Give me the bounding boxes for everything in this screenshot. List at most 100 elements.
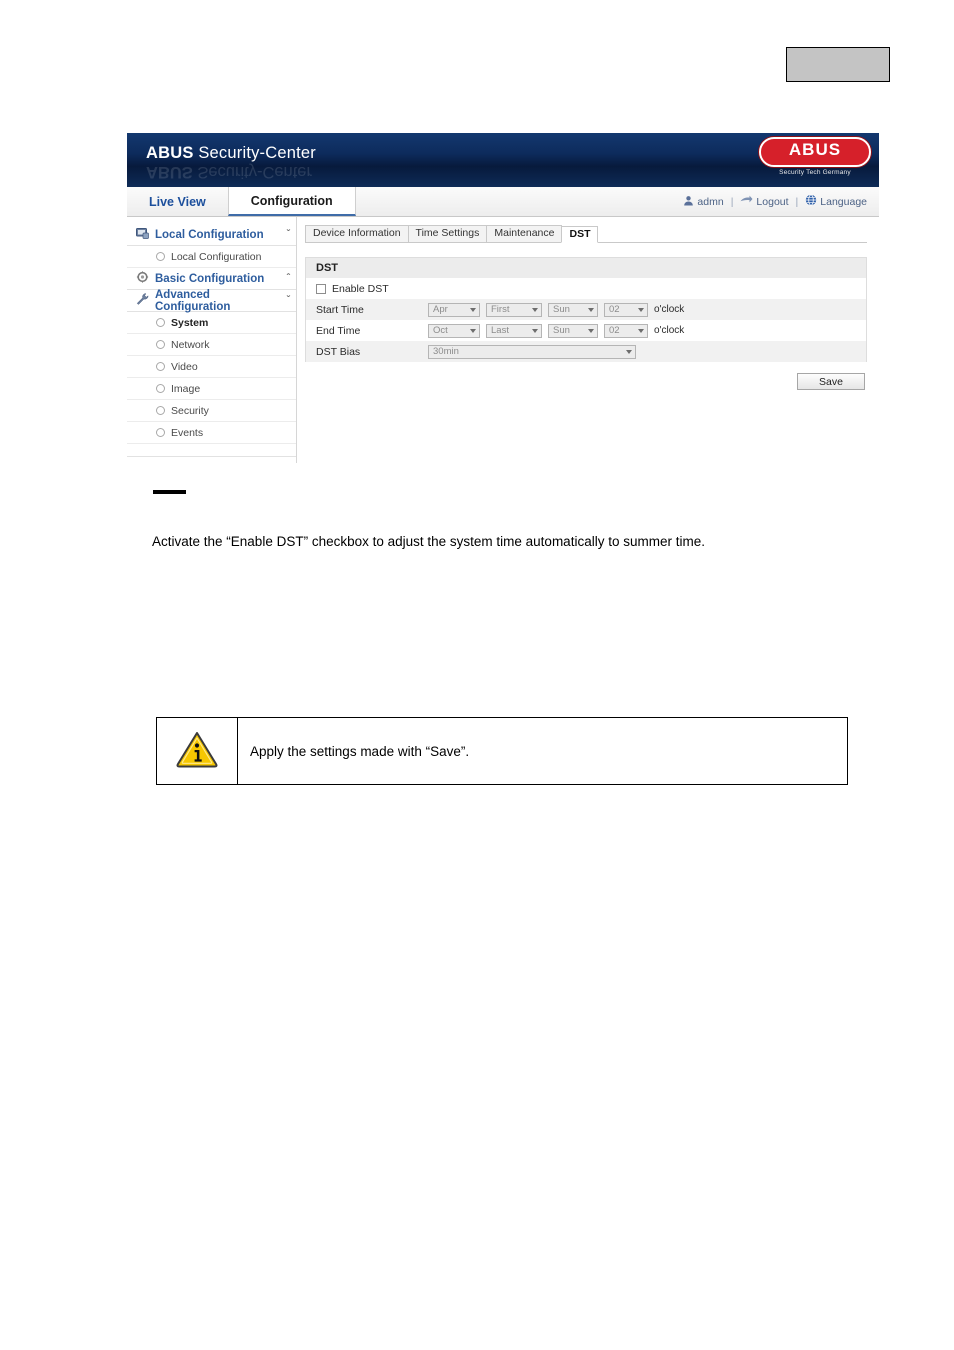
end-time-hour-value: 02	[609, 325, 620, 336]
sidebar-item-image[interactable]: Image	[127, 378, 296, 400]
chevron-down-icon	[532, 307, 538, 312]
app-body: Local Configuration ˇ Local Configuratio…	[127, 217, 879, 463]
start-time-weekday-value: Sun	[553, 304, 570, 315]
sidebar-group-label: Basic Configuration	[155, 272, 265, 285]
warning-info-triangle-icon	[176, 730, 218, 773]
end-time-weekday-value: Sun	[553, 325, 570, 336]
nav-user-area: admn | Logout | Language	[683, 187, 867, 216]
logout-label: Logout	[756, 195, 789, 208]
dst-bias-value: 30min	[433, 346, 459, 357]
tab-dst[interactable]: DST	[561, 226, 599, 243]
current-user-label: admn	[697, 195, 724, 208]
bullet-icon	[156, 428, 165, 437]
brand-bold: ABUS	[146, 144, 194, 162]
start-time-month-value: Apr	[433, 304, 448, 315]
start-time-weekday-select[interactable]: Sun	[548, 302, 598, 317]
note-text: Apply the settings made with “Save”.	[250, 743, 470, 759]
tab-device-information[interactable]: Device Information	[305, 225, 409, 242]
nav-separator-1: |	[730, 195, 734, 208]
logout-link[interactable]: Logout	[740, 195, 789, 208]
main-nav-tabs: Live View Configuration	[127, 187, 356, 216]
top-right-placeholder-box	[786, 47, 890, 82]
enable-dst-checkbox[interactable]	[316, 283, 326, 294]
sidebar-item-label: Network	[171, 338, 210, 351]
start-time-label: Start Time	[316, 303, 364, 316]
sidebar-group-basic-configuration[interactable]: Basic Configuration ˆ	[127, 268, 296, 290]
dst-panel: DST Enable DST Start Time Apr First Sun …	[305, 257, 867, 362]
chevron-down-icon	[470, 328, 476, 333]
end-time-weekday-select[interactable]: Sun	[548, 323, 598, 338]
start-time-month-select[interactable]: Apr	[428, 302, 480, 317]
content-tabstrip: Device Information Time Settings Mainten…	[305, 225, 867, 243]
sidebar-item-security[interactable]: Security	[127, 400, 296, 422]
sidebar-group-label: Local Configuration	[155, 228, 264, 241]
sidebar-item-system[interactable]: System	[127, 312, 296, 334]
dst-panel-title: DST	[306, 258, 866, 278]
abus-webinterface-screenshot: ABUS Security-Center ABUS Security-Cente…	[127, 133, 879, 463]
bullet-icon	[156, 340, 165, 349]
dst-bias-select[interactable]: 30min	[428, 344, 636, 359]
end-time-hour-select[interactable]: 02	[604, 323, 648, 338]
nav-tab-configuration[interactable]: Configuration	[227, 187, 356, 216]
chevron-down-icon: ˇ	[286, 229, 290, 240]
brand-light: Security-Center	[193, 144, 316, 162]
language-link[interactable]: Language	[805, 194, 867, 209]
sidebar-item-label: Local Configuration	[171, 250, 262, 263]
start-time-hour-select[interactable]: 02	[604, 302, 648, 317]
app-brand-reflection: ABUS Security-Center	[146, 163, 312, 181]
sidebar-group-label: Advanced Configuration	[155, 288, 231, 313]
chevron-up-icon: ˆ	[286, 273, 290, 284]
end-time-label: End Time	[316, 324, 361, 337]
bullet-icon	[156, 318, 165, 327]
bullet-icon	[156, 384, 165, 393]
start-time-ordinal-select[interactable]: First	[486, 302, 542, 317]
save-button-row: Save	[305, 362, 867, 390]
redacted-heading-bar	[153, 490, 186, 494]
nav-tab-live-view[interactable]: Live View	[127, 187, 228, 216]
chevron-down-icon	[588, 328, 594, 333]
user-icon	[683, 195, 694, 209]
sidebar-item-local-configuration[interactable]: Local Configuration	[127, 246, 296, 268]
chevron-down-icon	[532, 328, 538, 333]
end-time-month-select[interactable]: Oct	[428, 323, 480, 338]
sidebar-item-label: Video	[171, 360, 198, 373]
enable-dst-label: Enable DST	[332, 282, 389, 295]
logout-arrow-icon	[740, 195, 753, 208]
nav-separator-2: |	[795, 195, 799, 208]
gear-icon	[136, 271, 149, 286]
chevron-down-icon	[588, 307, 594, 312]
sidebar-group-advanced-configuration[interactable]: Advanced Configuration ˇ	[127, 288, 296, 313]
end-time-ordinal-select[interactable]: Last	[486, 323, 542, 338]
bullet-icon	[156, 406, 165, 415]
chevron-down-icon: ˇ	[286, 295, 290, 306]
app-brand: ABUS Security-Center	[146, 144, 316, 163]
bullet-icon	[156, 362, 165, 371]
sidebar-item-events[interactable]: Events	[127, 422, 296, 444]
start-time-ordinal-value: First	[491, 304, 510, 315]
monitor-icon	[136, 227, 149, 242]
globe-icon	[805, 194, 817, 209]
row-enable-dst: Enable DST	[306, 278, 866, 299]
sidebar-group-local-configuration[interactable]: Local Configuration ˇ	[127, 224, 296, 246]
save-button[interactable]: Save	[797, 373, 865, 390]
chevron-down-icon	[638, 328, 644, 333]
end-time-month-value: Oct	[433, 325, 448, 336]
row-dst-bias: DST Bias 30min	[306, 341, 866, 362]
app-header: ABUS Security-Center ABUS Security-Cente…	[127, 133, 879, 187]
bullet-icon	[156, 252, 165, 261]
start-time-hour-value: 02	[609, 304, 620, 315]
sidebar-item-label: Security	[171, 404, 209, 417]
tab-time-settings[interactable]: Time Settings	[407, 225, 488, 242]
current-user[interactable]: admn	[683, 195, 724, 209]
sidebar-item-network[interactable]: Network	[127, 334, 296, 356]
content-area: Device Information Time Settings Mainten…	[297, 217, 879, 463]
end-time-suffix: o'clock	[654, 325, 685, 336]
note-box: Apply the settings made with “Save”.	[156, 717, 848, 785]
chevron-down-icon	[638, 307, 644, 312]
tab-maintenance[interactable]: Maintenance	[486, 225, 563, 242]
main-nav-bar: Live View Configuration admn | Logout |	[127, 187, 879, 217]
sidebar-item-video[interactable]: Video	[127, 356, 296, 378]
sidebar-item-label: Image	[171, 382, 201, 395]
sidebar-tail-divider	[127, 444, 296, 457]
language-label: Language	[820, 195, 867, 208]
